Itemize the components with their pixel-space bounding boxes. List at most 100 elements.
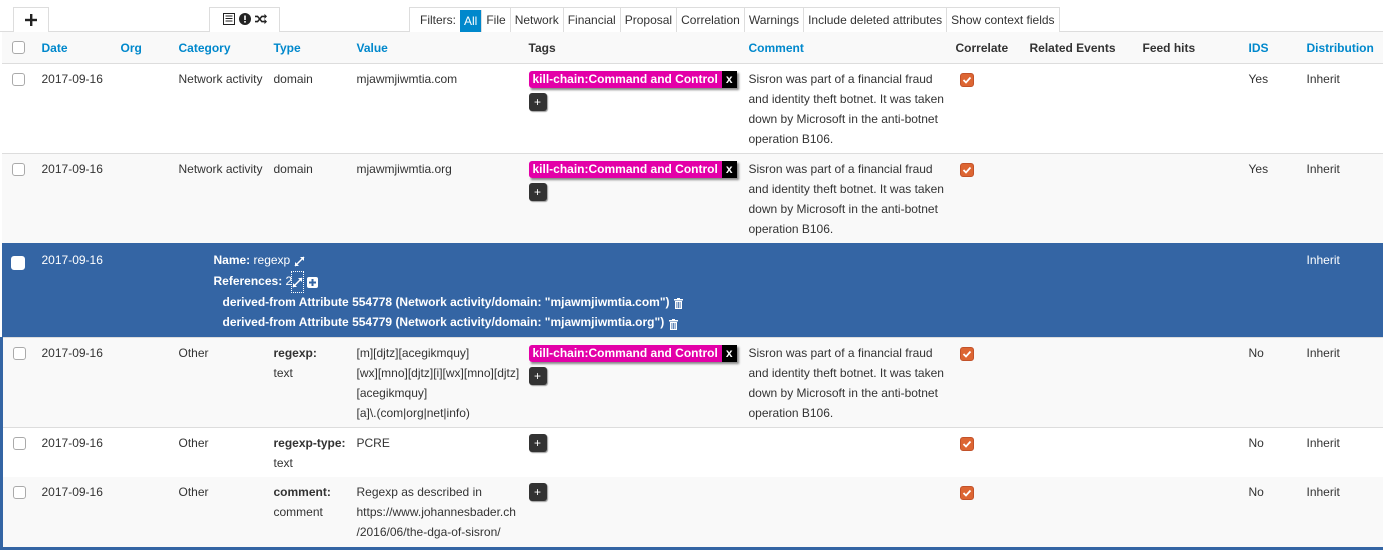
correlate-checkbox[interactable]	[959, 73, 974, 87]
column-distribution[interactable]: Distribution	[1302, 32, 1383, 64]
remove-tag-button[interactable]: x	[721, 71, 737, 88]
column-date[interactable]: Date	[37, 32, 117, 64]
row-comment[interactable]	[744, 427, 952, 478]
row-type[interactable]: text	[274, 363, 349, 383]
row-value[interactable]: mjawmjiwmtia.org	[352, 153, 525, 243]
filter-financial[interactable]: Financial	[564, 8, 621, 32]
filter-file[interactable]: File	[482, 8, 511, 32]
row-distribution[interactable]: Inherit	[1302, 153, 1383, 243]
row-ids[interactable]: No	[1244, 477, 1303, 550]
column-value[interactable]: Value	[352, 32, 525, 64]
tag-badge[interactable]: kill-chain:Command and Control x	[528, 345, 737, 363]
row-distribution[interactable]: Inherit	[1302, 63, 1383, 154]
row-category[interactable]: Other	[174, 427, 270, 478]
add-tag-button[interactable]: +	[528, 367, 547, 386]
row-ids[interactable]: Yes	[1244, 153, 1303, 243]
list-icon[interactable]	[222, 12, 235, 28]
filters-label: Filters:	[420, 13, 456, 27]
row-type[interactable]: domain	[269, 63, 353, 154]
row-feed-hits	[1138, 477, 1245, 550]
tag-name[interactable]: kill-chain:Command and Control	[528, 345, 722, 363]
column-comment[interactable]: Comment	[744, 32, 952, 64]
correlate-checkbox[interactable]	[959, 486, 974, 501]
add-tag-button[interactable]: +	[528, 93, 547, 111]
object-row: 2017-09-16 Name: regexp References: 2 de…	[1, 243, 1383, 338]
row-value[interactable]: [m][djtz][acegikmquy] [wx][mno][djtz][i]…	[352, 337, 525, 428]
row-type[interactable]: text	[274, 453, 349, 473]
row-date: 2017-09-16	[37, 153, 117, 243]
filter-include-deleted[interactable]: Include deleted attributes	[804, 8, 948, 32]
filter-all[interactable]: All	[460, 10, 483, 32]
tag-name[interactable]: kill-chain:Command and Control	[528, 71, 722, 88]
row-value[interactable]: PCRE	[352, 427, 525, 478]
row-value[interactable]: mjawmjiwmtia.com	[352, 63, 525, 154]
exclamation-circle-icon[interactable]	[238, 12, 251, 28]
row-distribution[interactable]: Inherit	[1302, 427, 1383, 478]
row-category[interactable]: Network activity	[174, 63, 270, 154]
row-checkbox[interactable]	[13, 486, 26, 500]
trash-icon[interactable]	[673, 292, 684, 312]
row-checkbox[interactable]	[11, 73, 25, 86]
row-checkbox[interactable]	[13, 437, 26, 451]
row-comment[interactable]: Sisron was part of a financial fraud and…	[744, 337, 952, 428]
row-comment[interactable]: Sisron was part of a financial fraud and…	[744, 153, 952, 243]
row-tags: kill-chain:Command and Control x +	[524, 153, 745, 243]
tag-badge[interactable]: kill-chain:Command and Control x	[528, 71, 737, 88]
row-relation-type: comment: comment	[269, 477, 353, 550]
row-checkbox[interactable]	[11, 163, 25, 176]
row-comment[interactable]: Sisron was part of a financial fraud and…	[744, 63, 952, 154]
add-tag-button[interactable]: +	[528, 483, 547, 502]
column-category[interactable]: Category	[174, 32, 270, 64]
object-attribute-row: 2017-09-16 Other comment: comment Regexp…	[0, 477, 1383, 550]
row-date: 2017-09-16	[37, 337, 117, 428]
select-all-checkbox[interactable]	[11, 41, 25, 54]
filter-network[interactable]: Network	[511, 8, 564, 32]
row-type[interactable]: comment	[274, 502, 349, 522]
attribute-toolbar: Filters: All File Network Financial Prop…	[0, 0, 1383, 32]
check-icon	[962, 490, 971, 498]
object-checkbox[interactable]	[10, 256, 25, 270]
random-icon[interactable]	[254, 13, 267, 28]
row-related-events	[1025, 477, 1139, 550]
remove-tag-button[interactable]: x	[721, 161, 737, 178]
correlate-checkbox[interactable]	[959, 347, 974, 362]
row-distribution[interactable]: Inherit	[1302, 477, 1383, 550]
object-details: Name: regexp References: 2 derived-from …	[116, 243, 1303, 338]
filter-warnings[interactable]: Warnings	[745, 8, 805, 32]
object-references-label: References:	[213, 273, 283, 288]
add-attribute-button[interactable]	[13, 7, 49, 32]
object-relation: comment:	[273, 485, 331, 500]
row-ids[interactable]: Yes	[1244, 63, 1303, 154]
row-type[interactable]: domain	[269, 153, 353, 243]
tag-name[interactable]: kill-chain:Command and Control	[528, 161, 722, 178]
row-value[interactable]: Regexp as described in https://www.johan…	[352, 477, 525, 550]
filter-show-context[interactable]: Show context fields	[947, 8, 1058, 32]
correlate-checkbox[interactable]	[959, 163, 974, 177]
row-category[interactable]: Other	[174, 337, 270, 428]
trash-icon[interactable]	[668, 313, 679, 333]
add-tag-button[interactable]: +	[528, 434, 547, 453]
object-distribution[interactable]: Inherit	[1302, 243, 1383, 338]
expand-icon[interactable]	[294, 251, 305, 271]
tag-badge[interactable]: kill-chain:Command and Control x	[528, 161, 737, 178]
row-distribution[interactable]: Inherit	[1302, 337, 1383, 428]
column-org[interactable]: Org	[116, 32, 175, 64]
value-line: [wx][mno][djtz][i][wx][mno][djtz]	[356, 366, 520, 381]
row-date: 2017-09-16	[37, 63, 117, 154]
filter-correlation[interactable]: Correlation	[677, 8, 745, 32]
row-category[interactable]: Other	[174, 477, 270, 550]
row-comment[interactable]	[744, 477, 952, 550]
row-ids[interactable]: No	[1244, 337, 1303, 428]
object-references-count: 2	[285, 273, 293, 288]
remove-tag-button[interactable]: x	[721, 345, 737, 363]
add-tag-button[interactable]: +	[528, 183, 547, 201]
expand-references-icon[interactable]	[291, 270, 305, 293]
row-category[interactable]: Network activity	[174, 153, 270, 243]
column-type[interactable]: Type	[269, 32, 353, 64]
filter-proposal[interactable]: Proposal	[621, 8, 678, 32]
column-ids[interactable]: IDS	[1244, 32, 1303, 64]
correlate-checkbox[interactable]	[959, 437, 974, 452]
row-ids[interactable]: No	[1244, 427, 1303, 478]
row-checkbox[interactable]	[13, 347, 26, 361]
add-reference-icon[interactable]	[306, 272, 318, 292]
